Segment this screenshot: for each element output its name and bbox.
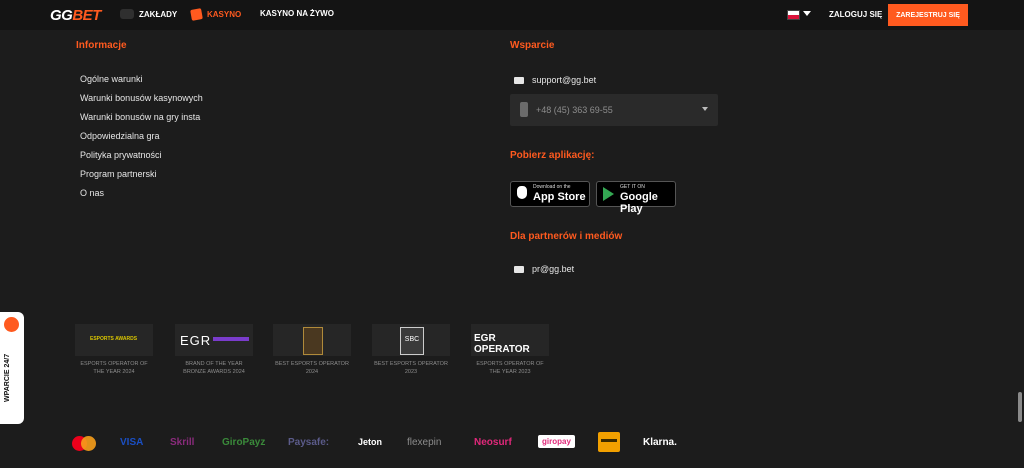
login-button[interactable]: ZALOGUJ SIĘ (829, 10, 882, 19)
info-link-insta-bonus-terms[interactable]: Warunki bonusów na gry insta (80, 111, 203, 130)
info-heading: Informacje (76, 40, 127, 51)
award-esports-2024: ESPORTS AWARDS ESPORTS OPERATOR OF THE Y… (75, 324, 153, 376)
info-link-casino-bonus-terms[interactable]: Warunki bonusów kasynowych (80, 92, 203, 111)
phone-select[interactable]: +48 (45) 363 69-55 (510, 94, 718, 126)
award-caption: BEST ESPORTS OPERATOR 2023 (374, 361, 448, 375)
google-play-button[interactable]: GET IT ON Google Play (596, 181, 676, 215)
award-caption: ESPORTS OPERATOR OF THE YEAR 2023 (476, 361, 544, 375)
phone-icon (520, 102, 528, 117)
nav-kasyno-na-zywo[interactable]: KASYNO NA ŻYWO (260, 9, 334, 18)
klarna-logo: Klarna. (643, 437, 677, 448)
payment-card-icon (598, 432, 620, 452)
nav-kasyno-na-zywo-label: KASYNO NA ŻYWO (260, 9, 334, 18)
award-badge: ESPORTS AWARDS (75, 324, 153, 356)
scrollbar-thumb[interactable] (1018, 392, 1022, 422)
google-play-small-text: GET IT ON (620, 184, 645, 190)
app-store-small-text: Download on the (533, 184, 571, 190)
payment-methods-row: VISA Skrill GiroPayz Paysafe: Jeton flex… (0, 430, 1000, 456)
nav-kasyno[interactable]: KASYNO (190, 8, 242, 21)
neosurf-logo: Neosurf (474, 437, 512, 448)
giropayz-logo: GiroPayz (222, 437, 266, 448)
top-nav-bar: GGBET ZAKŁADY KASYNO KASYNO NA ŻYWO ZALO… (0, 0, 1024, 30)
award-egr-operator-2023: EGR OPERATOR ESPORTS OPERATOR OF THE YEA… (471, 324, 549, 376)
nav-zaklady[interactable]: ZAKŁADY (120, 9, 177, 19)
info-link-responsible-gaming[interactable]: Odpowiedzialna gra (80, 130, 203, 149)
award-caption: ESPORTS OPERATOR OF THE YEAR 2024 (80, 361, 148, 375)
award-badge-text: EGR (180, 333, 212, 348)
skrill-logo: Skrill (170, 437, 195, 448)
support-email-text: support@gg.bet (532, 75, 597, 85)
award-egr-2024: EGR BRAND OF THE YEAR BRONZE AWARDS 2024 (175, 324, 253, 376)
info-link-general-terms[interactable]: Ogólne warunki (80, 73, 203, 92)
award-badge (273, 324, 351, 356)
support-email-link[interactable]: support@gg.bet (514, 75, 596, 85)
award-bar-decoration (213, 337, 249, 341)
mastercard-icon (72, 436, 96, 451)
ticket-icon (120, 9, 134, 19)
award-caption: BRAND OF THE YEAR BRONZE AWARDS 2024 (183, 361, 245, 375)
google-play-big-text: Google Play (620, 191, 658, 215)
support-heading: Wsparcie (510, 40, 555, 51)
mail-icon (514, 265, 524, 273)
visa-logo: VISA (120, 437, 144, 448)
ggbet-logo[interactable]: GGBET (50, 7, 101, 24)
award-badge: EGR (175, 324, 253, 356)
nav-zaklady-label: ZAKŁADY (139, 9, 178, 19)
award-caption: BEST ESPORTS OPERATOR 2024 (275, 361, 349, 375)
app-store-button[interactable]: Download on the App Store (510, 181, 590, 207)
award-badge: EGR OPERATOR (471, 324, 549, 356)
partners-email-link[interactable]: pr@gg.bet (514, 264, 574, 274)
award-badge: SBC (372, 324, 450, 356)
flexepin-logo: flexepin (407, 437, 442, 448)
chevron-down-icon[interactable] (803, 11, 811, 16)
support-side-widget[interactable]: WPARCIE 24/7 (0, 312, 24, 424)
info-link-about-us[interactable]: O nas (80, 187, 203, 206)
award-badge-text: EGR OPERATOR (474, 333, 530, 355)
language-flag-icon[interactable] (787, 10, 800, 20)
award-badge-text: SBC (400, 327, 424, 355)
mail-icon (514, 76, 524, 84)
trophy-icon (303, 327, 323, 355)
paysafe-logo: Paysafe: (288, 437, 330, 448)
award-best-operator-2024: BEST ESPORTS OPERATOR 2024 (273, 324, 351, 376)
chevron-down-icon[interactable] (702, 107, 708, 111)
support-side-label: WPARCIE 24/7 (4, 353, 11, 403)
giropay-logo: giropay (538, 435, 575, 448)
info-link-privacy-policy[interactable]: Polityka prywatności (80, 149, 203, 168)
logo-part-a: GG (50, 7, 73, 24)
phone-number: +48 (45) 363 69-55 (536, 105, 613, 115)
support-chat-icon (4, 317, 19, 332)
info-links-list: Ogólne warunki Warunki bonusów kasynowyc… (80, 73, 203, 206)
register-button[interactable]: ZAREJESTRUJ SIĘ (888, 4, 968, 26)
partners-heading: Dla partnerów i mediów (510, 231, 623, 242)
award-badge-text: ESPORTS AWARDS (90, 336, 138, 342)
jeton-logo: Jeton (358, 437, 383, 447)
dice-icon (190, 8, 203, 21)
nav-kasyno-label: KASYNO (207, 10, 242, 19)
award-sbc-2023: SBC BEST ESPORTS OPERATOR 2023 (372, 324, 450, 376)
partners-email-text: pr@gg.bet (532, 264, 575, 274)
app-store-big-text: App Store (533, 191, 586, 203)
google-play-icon (603, 187, 614, 201)
info-link-affiliate-program[interactable]: Program partnerski (80, 168, 203, 187)
apple-icon (517, 186, 527, 199)
apps-heading: Pobierz aplikację: (510, 150, 595, 161)
logo-part-b: BET (72, 7, 101, 24)
